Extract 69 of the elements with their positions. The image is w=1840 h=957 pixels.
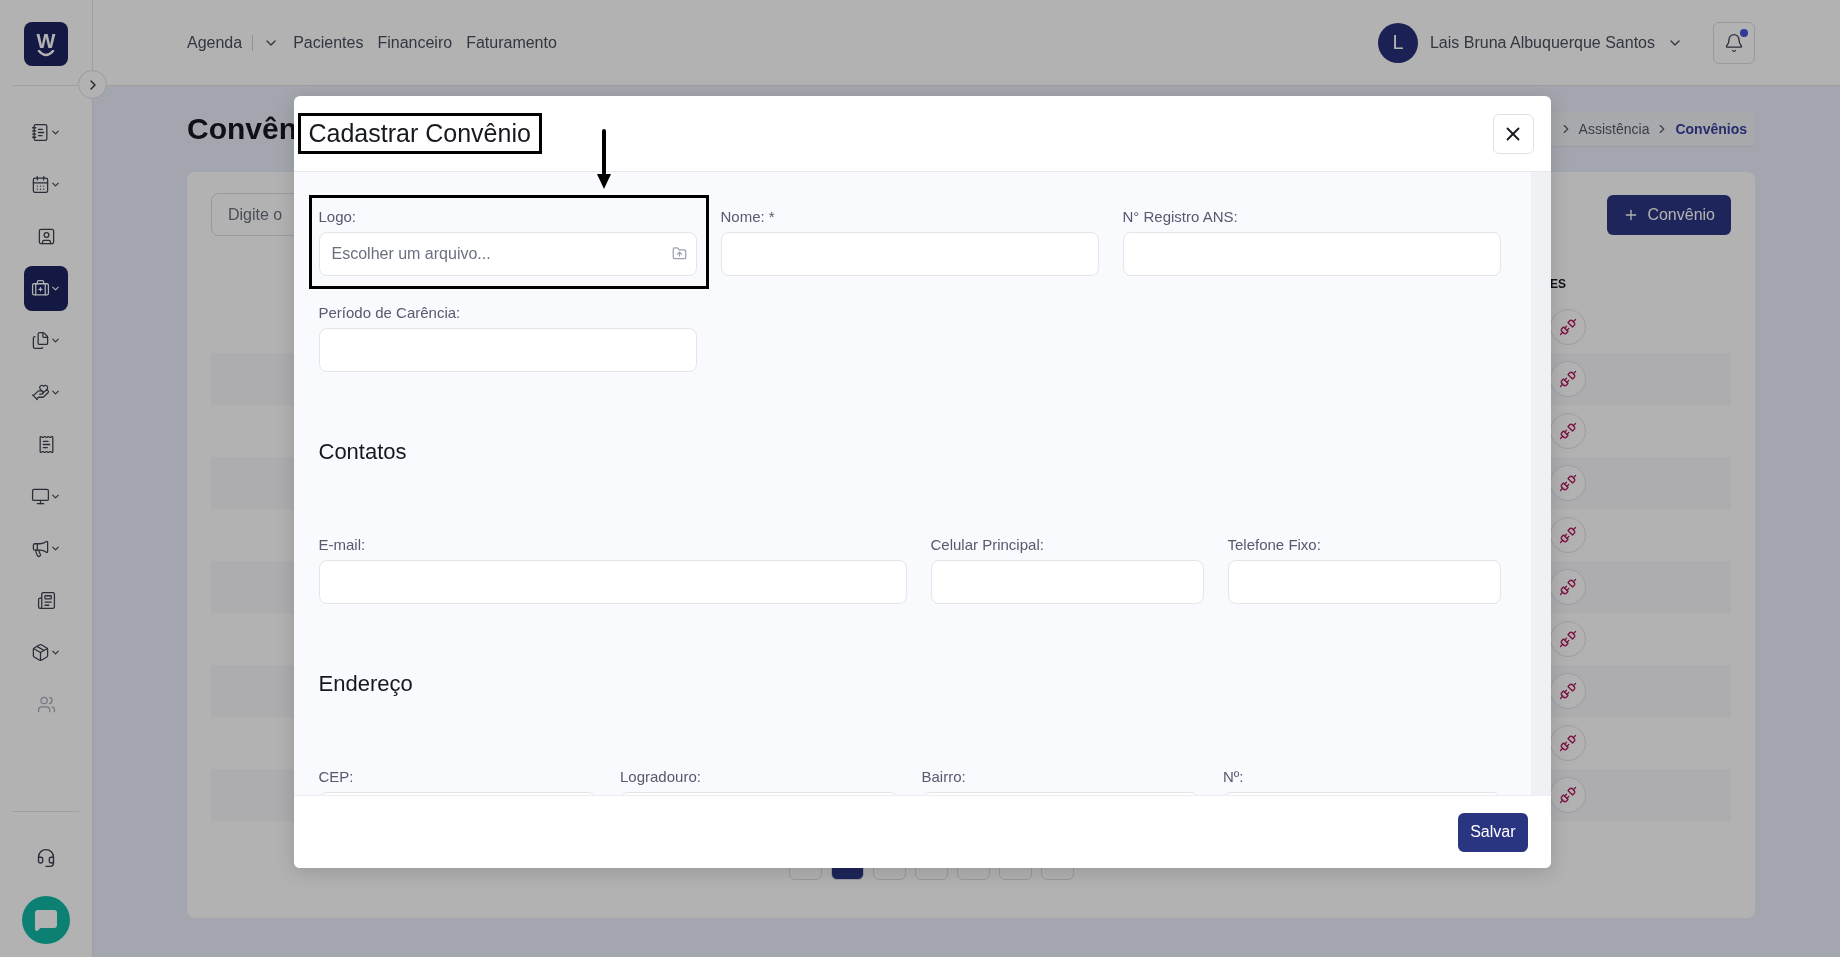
unplug-icon: [1559, 422, 1577, 440]
page-title: Convên: [187, 112, 297, 146]
deactivate-button[interactable]: [1550, 413, 1586, 449]
user-avatar[interactable]: L: [1377, 22, 1418, 63]
input-field[interactable]: [318, 328, 697, 372]
deactivate-button[interactable]: [1550, 673, 1586, 709]
breadcrumb-link[interactable]: Assistência: [1578, 121, 1650, 137]
section-heading: Endereço: [318, 670, 414, 698]
input-field[interactable]: [720, 232, 1099, 276]
unplug-icon: [1559, 682, 1577, 700]
unplug-icon: [1559, 318, 1577, 336]
nav-link[interactable]: Financeiro: [377, 33, 453, 52]
deactivate-button[interactable]: [1550, 725, 1586, 761]
unplug-icon: [1559, 474, 1577, 492]
nav-link[interactable]: Pacientes: [293, 33, 364, 52]
sidebar-button[interactable]: [24, 266, 68, 311]
deactivate-button[interactable]: [1550, 777, 1586, 813]
deactivate-button[interactable]: [1550, 517, 1586, 553]
deactivate-button[interactable]: [1550, 465, 1586, 501]
chat-icon: [34, 908, 58, 932]
chevron-down-icon: [50, 179, 61, 190]
field-label: E-mail:: [318, 536, 367, 554]
chevron-down-icon: [50, 491, 61, 502]
user-name[interactable]: Lais Bruna Albuquerque Santos: [1429, 33, 1655, 52]
unplug-icon: [1559, 370, 1577, 388]
folder-upload-icon: [671, 246, 687, 261]
chevron-down-icon: [50, 283, 61, 294]
input-field[interactable]: [1122, 232, 1501, 276]
deactivate-button[interactable]: [1550, 309, 1586, 345]
add-button[interactable]: Convênio: [1607, 194, 1731, 235]
save-button[interactable]: Salvar: [1458, 812, 1528, 852]
field-label: Logo:: [318, 208, 358, 226]
field-label: Logradouro:: [620, 768, 702, 786]
bell-icon: [1724, 32, 1744, 53]
column-header: ES: [1550, 276, 1566, 291]
breadcrumb-link[interactable]: Convênios: [1675, 121, 1747, 137]
chevron-down-icon: [50, 647, 61, 658]
field-label: N° Registro ANS:: [1122, 208, 1239, 226]
section-heading: Contatos: [318, 438, 408, 466]
input-field[interactable]: [318, 560, 907, 604]
app-logo[interactable]: W: [24, 22, 68, 66]
sidebar-toggle-button[interactable]: [78, 70, 107, 99]
field-label: CEP:: [318, 768, 355, 786]
input-field[interactable]: [930, 560, 1204, 604]
deactivate-button[interactable]: [1550, 361, 1586, 397]
chevron-down-icon: [50, 335, 61, 346]
field-label: Bairro:: [921, 768, 967, 786]
nav-link[interactable]: Faturamento: [466, 33, 557, 52]
chevron-down-icon: [50, 127, 61, 138]
deactivate-button[interactable]: [1550, 569, 1586, 605]
chevron-down-icon: [50, 543, 61, 554]
unplug-icon: [1559, 734, 1577, 752]
unplug-icon: [1559, 578, 1577, 596]
field-label: Nº:: [1223, 768, 1245, 786]
input-field[interactable]: [1227, 560, 1501, 604]
file-field[interactable]: Escolher um arquivo...: [318, 232, 697, 276]
close-button[interactable]: [1492, 113, 1534, 154]
chevron-down-icon: [50, 387, 61, 398]
notification-button[interactable]: [1713, 21, 1755, 64]
modal-title: Cadastrar Convênio: [297, 113, 542, 154]
field-label: Telefone Fixo:: [1227, 536, 1322, 554]
field-label: Nome: *: [720, 208, 776, 226]
unplug-icon: [1559, 630, 1577, 648]
unplug-icon: [1559, 526, 1577, 544]
field-label: Período de Carência:: [318, 304, 462, 322]
nav-link[interactable]: Agenda: [187, 33, 280, 52]
unplug-icon: [1559, 786, 1577, 804]
field-label: Celular Principal:: [930, 536, 1045, 554]
deactivate-button[interactable]: [1550, 621, 1586, 657]
